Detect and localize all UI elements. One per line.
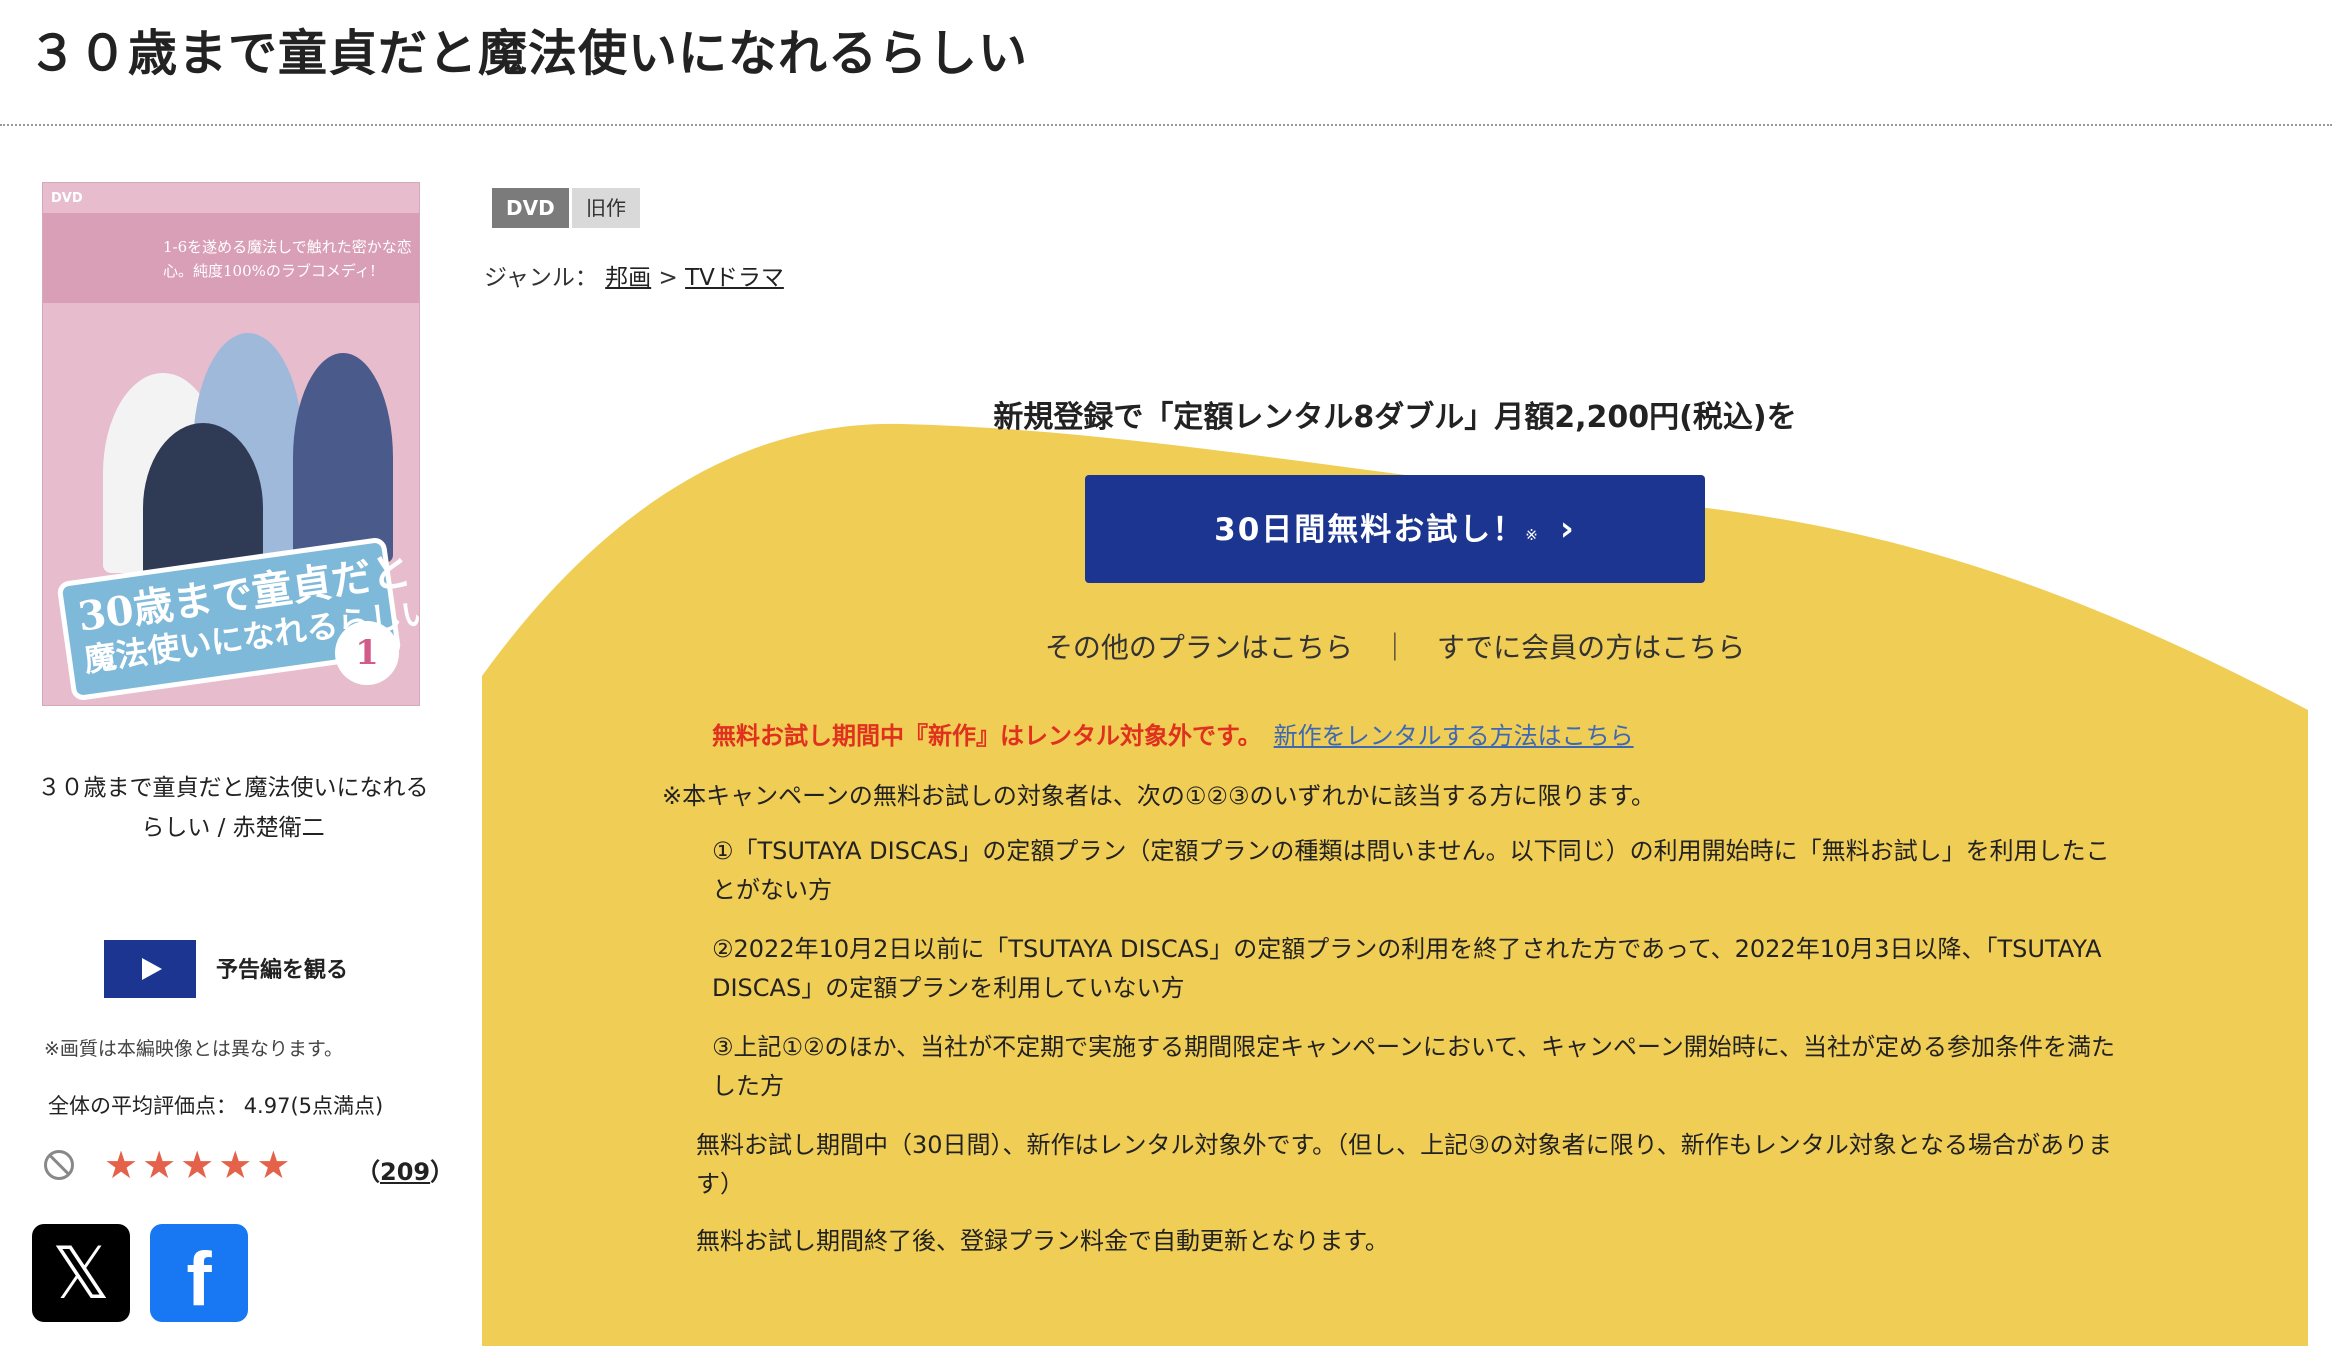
star-icon: ★ [142,1143,177,1187]
genre-link-hoga[interactable]: 邦画 [605,265,651,291]
play-icon [142,958,162,980]
condition-1: ①「TSUTAYA DISCAS」の定額プラン（定額プランの種類は問いません。以… [712,837,2110,904]
chevron-right-icon: › [1559,509,1576,549]
trailer-play-button[interactable] [104,940,196,998]
rating-label: 全体の平均評価点： [48,1094,237,1118]
free-trial-asterisk: ※ [1525,526,1538,544]
x-share-button[interactable]: 𝕏 [32,1224,130,1322]
jacket-vol-badge: 1 [335,621,399,685]
genre-breadcrumb: ジャンル： 邦画 > TVドラマ [484,258,784,292]
x-logo-icon: 𝕏 [51,1231,110,1315]
trial-new-release-note: 無料お試し期間中（30日間）、新作はレンタル対象外です。（但し、上記③の対象者に… [696,1131,2112,1198]
campaign-headline: 新規登録で「定額レンタル8ダブル」月額2,200円(税込)を [993,400,1797,435]
genre-link-tvdrama[interactable]: TVドラマ [685,265,784,291]
new-release-warning: 無料お試し期間中『新作』はレンタル対象外です。 [712,722,1262,750]
warning-line: 無料お試し期間中『新作』はレンタル対象外です。 新作をレンタルする方法はこちら [712,716,1634,751]
condition-3: ③上記①②のほか、当社が不定期で実施する期間限定キャンペーンにおいて、キャンペー… [712,1033,2116,1100]
jacket-dvd-mark: DVD [51,191,83,206]
not-interested-icon[interactable] [44,1150,74,1180]
jacket-figure-3 [293,353,393,563]
star-icon: ★ [218,1143,253,1187]
star-icon: ★ [180,1143,215,1187]
rating-value: 4.97(5点満点) [243,1094,384,1118]
star-icon: ★ [256,1143,291,1187]
title-divider [0,124,2332,126]
auto-renewal-note: 無料お試し期間終了後、登録プラン料金で自動更新となります。 [696,1227,1389,1255]
plan-links: その他のプランはこちら ｜ すでに会員の方はこちら [482,626,2308,666]
link-separator: ｜ [1380,631,1409,664]
facebook-share-button[interactable]: f [150,1224,248,1322]
trailer-label[interactable]: 予告編を観る [216,952,348,984]
free-trial-button[interactable]: 30日間無料お試し！※ › [1085,475,1705,583]
condition-2: ②2022年10月2日以前に「TSUTAYA DISCAS」の定額プランの利用を… [712,935,2102,1002]
members-link[interactable]: すでに会員の方はこちら [1437,631,1745,664]
review-count[interactable]: （209） [356,1152,454,1187]
star-icon: ★ [104,1143,139,1187]
review-count-link[interactable]: 209 [380,1158,430,1186]
other-plans-link[interactable]: その他のプランはこちら [1045,631,1353,664]
product-jacket-image[interactable]: DVD 1-6を遂める魔法しで触れた密かな恋心。純度100%のラブコメディ! 3… [42,182,420,706]
rating-stars[interactable]: ★ ★ ★ ★ ★ [104,1143,290,1187]
format-badge: DVD [492,188,569,228]
new-release-rental-link[interactable]: 新作をレンタルする方法はこちら [1274,722,1634,750]
product-caption: ３０歳まで童貞だと魔法使いになれるらしい / 赤楚衛二 [37,775,429,841]
facebook-logo-icon: f [186,1237,212,1322]
status-badge: 旧作 [572,188,640,228]
quality-note: ※画質は本編映像とは異なります。 [44,1038,344,1060]
free-trial-label: 30日間無料お試し！ [1214,512,1526,548]
conditions-intro: ※本キャンペーンの無料お試しの対象者は、次の①②③のいずれかに該当する方に限りま… [662,782,1656,810]
page-title: ３０歳まで童貞だと魔法使いになれるらしい [28,25,1029,82]
genre-label: ジャンル： [484,265,598,291]
average-rating: 全体の平均評価点： 4.97(5点満点) [48,1090,383,1120]
jacket-tagline: 1-6を遂める魔法しで触れた密かな恋心。純度100%のラブコメディ! [163,238,412,280]
genre-separator: > [658,265,678,291]
